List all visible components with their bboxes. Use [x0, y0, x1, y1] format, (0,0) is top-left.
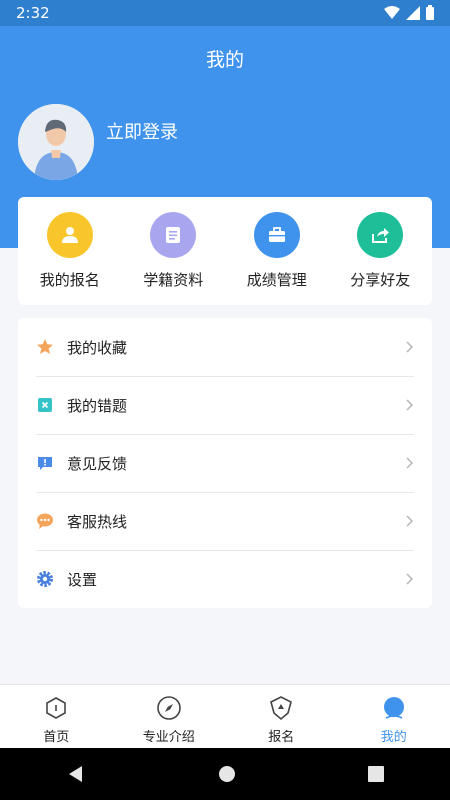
- menu-label: 客服热线: [67, 512, 128, 531]
- settings-icon: [36, 570, 54, 588]
- status-icons: [384, 5, 434, 20]
- chevron-right-icon: [406, 515, 414, 527]
- recents-icon[interactable]: [368, 766, 384, 782]
- status-bar: 2:32: [0, 0, 450, 26]
- system-navigation-bar: [0, 748, 450, 800]
- quick-action-student-records[interactable]: 学籍资料: [122, 197, 226, 305]
- nav-label: 报名: [268, 730, 295, 745]
- avatar[interactable]: [18, 104, 94, 180]
- wifi-icon: [384, 5, 400, 19]
- user-icon: [46, 212, 93, 258]
- chevron-right-icon: [406, 341, 414, 353]
- home-icon: [43, 695, 69, 721]
- nav-tab-profile[interactable]: 我的: [338, 685, 450, 748]
- page-title: 我的: [205, 49, 244, 71]
- quick-action-my-registration[interactable]: 我的报名: [18, 197, 122, 305]
- quick-action-share[interactable]: 分享好友: [329, 197, 433, 305]
- menu-label: 意见反馈: [67, 454, 128, 473]
- menu-label: 我的错题: [67, 396, 128, 415]
- quick-action-label: 分享好友: [350, 271, 411, 289]
- bottom-navigation: 首页 专业介绍 报名 我的: [0, 684, 450, 748]
- status-time: 2:32: [16, 4, 50, 22]
- quick-action-label: 我的报名: [39, 271, 100, 289]
- menu-item-wrong-answers[interactable]: 我的错题: [18, 376, 432, 434]
- profile-icon: [381, 695, 407, 721]
- nav-tab-majors[interactable]: 专业介绍: [113, 685, 226, 748]
- nav-label: 专业介绍: [142, 730, 195, 745]
- home-circle-icon[interactable]: [218, 765, 236, 783]
- nav-tab-home[interactable]: 首页: [0, 685, 113, 748]
- share-icon: [357, 212, 404, 258]
- quick-actions-card: 我的报名 学籍资料 成绩管理 分享好友: [18, 197, 432, 305]
- chevron-right-icon: [406, 573, 414, 585]
- menu-label: 我的收藏: [67, 338, 128, 357]
- back-icon[interactable]: [66, 764, 86, 784]
- nav-label: 首页: [43, 730, 70, 745]
- chevron-right-icon: [406, 457, 414, 469]
- menu-item-favorites[interactable]: 我的收藏: [18, 318, 432, 376]
- menu-item-feedback[interactable]: 意见反馈: [18, 434, 432, 492]
- menu-list: 我的收藏 我的错题 意见反馈 客服热线 设置: [18, 318, 432, 608]
- nav-label: 我的: [380, 730, 407, 745]
- login-link[interactable]: 立即登录: [106, 118, 178, 144]
- compass-icon: [156, 695, 182, 721]
- nav-tab-signup[interactable]: 报名: [225, 685, 338, 748]
- battery-icon: [426, 5, 434, 20]
- chevron-right-icon: [406, 399, 414, 411]
- briefcase-icon: [253, 212, 300, 258]
- default-avatar-icon: [18, 104, 94, 180]
- feedback-icon: [36, 454, 54, 472]
- quick-action-label: 学籍资料: [143, 271, 204, 289]
- chat-icon: [36, 512, 54, 530]
- signup-icon: [268, 695, 294, 721]
- star-icon: [36, 338, 54, 356]
- menu-label: 设置: [67, 570, 98, 589]
- menu-item-settings[interactable]: 设置: [18, 550, 432, 608]
- quick-action-label: 成绩管理: [246, 271, 307, 289]
- quick-action-grades[interactable]: 成绩管理: [225, 197, 329, 305]
- menu-item-customer-service[interactable]: 客服热线: [18, 492, 432, 550]
- signal-icon: [406, 5, 420, 20]
- wrong-answer-icon: [36, 396, 54, 414]
- document-icon: [150, 212, 197, 258]
